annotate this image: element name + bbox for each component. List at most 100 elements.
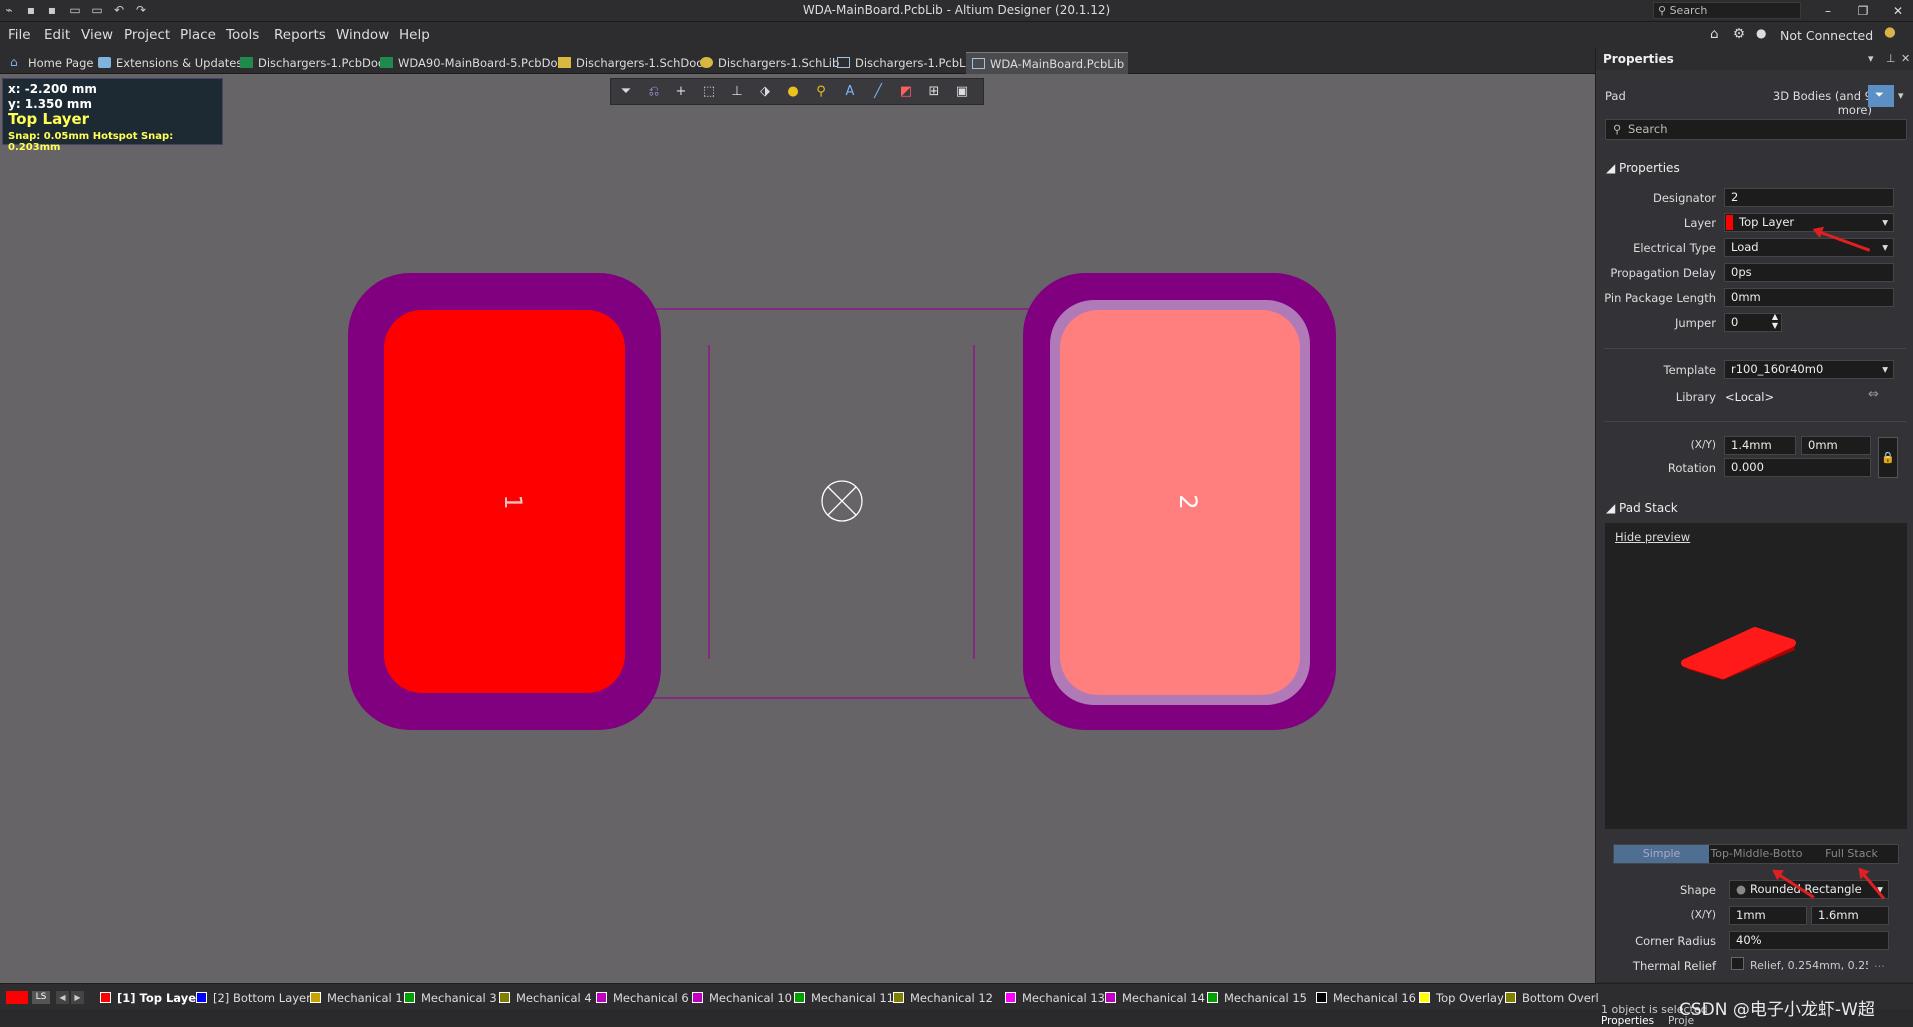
- size-x-input[interactable]: 1mm: [1729, 906, 1807, 925]
- route-icon[interactable]: ⎌: [646, 84, 662, 100]
- layer-tab[interactable]: Mechanical 15: [1207, 991, 1307, 1005]
- menu-help[interactable]: Help: [399, 27, 430, 43]
- current-layer-swatch[interactable]: [6, 991, 28, 1004]
- via-icon[interactable]: ⚲: [813, 84, 829, 100]
- tab-simple[interactable]: Simple: [1614, 845, 1709, 863]
- menu-place[interactable]: Place: [180, 27, 216, 43]
- home-icon[interactable]: ⌂: [1710, 26, 1719, 42]
- tab-dischargers-schdoc[interactable]: Dischargers-1.SchDoc: [552, 52, 707, 74]
- tab-top-middle-bottom[interactable]: Top-Middle-Botto: [1709, 845, 1804, 863]
- layer-tab[interactable]: Mechanical 3: [404, 991, 497, 1005]
- y-coordinate: y: 1.350 mm: [8, 97, 92, 111]
- layer-tab[interactable]: [2] Bottom Layer: [196, 991, 311, 1005]
- rotation-input[interactable]: 0.000: [1724, 458, 1871, 477]
- layer-color-swatch: [196, 992, 207, 1003]
- properties-section-header[interactable]: ◢ Properties: [1606, 161, 1680, 175]
- more-icon[interactable]: …: [1874, 957, 1885, 970]
- current-layer-label: Top Layer: [8, 110, 90, 128]
- pin-package-length-input[interactable]: 0mm: [1724, 288, 1894, 307]
- layer-tab[interactable]: Mechanical 12: [893, 991, 993, 1005]
- window-title: WDA-MainBoard.PcbLib - Altium Designer (…: [802, 3, 1111, 17]
- filter-button[interactable]: ⏷: [1868, 85, 1894, 107]
- pad-icon[interactable]: ●: [785, 84, 801, 100]
- tab-dischargers-pcblib[interactable]: Dischargers-1.PcbLib: [831, 52, 980, 74]
- menu-project[interactable]: Project: [124, 27, 170, 43]
- minimize-button[interactable]: –: [1818, 2, 1838, 20]
- component-icon[interactable]: ⬗: [757, 84, 773, 100]
- layer-tab[interactable]: Mechanical 10: [692, 991, 792, 1005]
- user-icon[interactable]: ●: [1756, 26, 1766, 40]
- layer-color-swatch: [893, 992, 904, 1003]
- tab-extensions[interactable]: Extensions & Updates: [92, 52, 246, 74]
- pad-stack-section-header[interactable]: ◢ Pad Stack: [1606, 501, 1678, 515]
- menu-file[interactable]: File: [8, 27, 31, 43]
- pcb-doc-icon: [240, 57, 253, 68]
- menu-view[interactable]: View: [81, 27, 113, 43]
- restore-button[interactable]: ❐: [1853, 2, 1873, 20]
- size-y-input[interactable]: 1.6mm: [1811, 906, 1889, 925]
- layer-tab[interactable]: Mechanical 4: [499, 991, 592, 1005]
- tab-home-page[interactable]: ⌂ Home Page: [4, 52, 97, 74]
- document-tabs: ⌂ Home Page Extensions & Updates Discharg…: [0, 48, 1595, 74]
- account-avatar-icon[interactable]: ●: [1884, 24, 1896, 40]
- menu-reports[interactable]: Reports: [274, 27, 326, 43]
- menu-tools[interactable]: Tools: [226, 27, 259, 43]
- template-dropdown[interactable]: r100_160r40m0: [1724, 360, 1894, 379]
- corner-radius-input[interactable]: 40%: [1729, 931, 1889, 950]
- connection-status[interactable]: Not Connected: [1780, 28, 1873, 43]
- select-rectangle-icon[interactable]: ⬚: [701, 84, 717, 100]
- tab-dischargers-schlib[interactable]: Dischargers-1.SchLib: [694, 52, 843, 74]
- lock-icon[interactable]: 🔒: [1878, 437, 1898, 478]
- propagation-delay-input[interactable]: 0ps: [1724, 263, 1894, 282]
- layer-tab[interactable]: Mechanical 1: [310, 991, 403, 1005]
- designator-input[interactable]: 2: [1724, 188, 1894, 207]
- layer-tab[interactable]: [1] Top Layer: [100, 991, 202, 1005]
- menu-edit[interactable]: Edit: [44, 27, 70, 43]
- layer-color-swatch: [692, 992, 703, 1003]
- layer-tab[interactable]: Mechanical 16: [1316, 991, 1416, 1005]
- layer-tab[interactable]: Bottom Overl: [1505, 991, 1599, 1005]
- pcb-canvas[interactable]: 1 2 x: -2.200 mm y: 1.350 mm Top Layer S…: [0, 74, 1595, 983]
- dimension-icon[interactable]: ⊞: [926, 84, 942, 100]
- scroll-left-icon[interactable]: ◀: [56, 991, 69, 1004]
- jumper-spinner[interactable]: 0 ▲ ▼: [1724, 313, 1782, 332]
- shape-icon: ●: [1736, 882, 1747, 896]
- layer-set-button[interactable]: LS: [32, 991, 50, 1004]
- keepout-icon[interactable]: ▣: [954, 84, 970, 100]
- position-x-input[interactable]: 1.4mm: [1724, 436, 1796, 455]
- menu-window[interactable]: Window: [336, 27, 389, 43]
- tab-wda90-pcbdoc[interactable]: WDA90-MainBoard-5.PcbDoc: [374, 52, 568, 74]
- align-icon[interactable]: ⊥: [729, 84, 745, 100]
- close-button[interactable]: ✕: [1888, 2, 1908, 20]
- text-icon[interactable]: A: [842, 84, 858, 100]
- gear-icon[interactable]: ⚙: [1733, 26, 1745, 42]
- tab-dischargers-pcbdoc[interactable]: Dischargers-1.PcbDoc: [234, 52, 388, 74]
- filter-dropdown-icon[interactable]: ▾: [1898, 89, 1904, 102]
- region-icon[interactable]: ◩: [898, 84, 914, 100]
- pin-icon[interactable]: ⊥: [1886, 52, 1896, 65]
- link-icon[interactable]: ⇔: [1868, 387, 1879, 402]
- properties-search-input[interactable]: ⚲ Search: [1605, 119, 1907, 140]
- crosshair-icon[interactable]: +: [673, 84, 689, 100]
- layer-tab[interactable]: Mechanical 13: [1005, 991, 1105, 1005]
- size-label: (X/Y): [1690, 909, 1716, 921]
- global-search-input[interactable]: ⚲ Search: [1653, 2, 1801, 19]
- tab-full-stack[interactable]: Full Stack: [1804, 845, 1899, 863]
- layer-dropdown[interactable]: Top Layer: [1724, 213, 1894, 232]
- thermal-relief-checkbox[interactable]: [1731, 957, 1744, 970]
- layer-tab[interactable]: Mechanical 11: [794, 991, 894, 1005]
- position-y-input[interactable]: 0mm: [1801, 436, 1871, 455]
- filter-icon[interactable]: ⏷: [618, 84, 634, 100]
- layer-tab[interactable]: Top Overlay: [1419, 991, 1504, 1005]
- panel-close-icon[interactable]: ✕: [1901, 52, 1910, 65]
- line-icon[interactable]: ╱: [870, 84, 886, 100]
- layer-tab[interactable]: Mechanical 6: [596, 991, 689, 1005]
- tab-wda-mainboard-pcblib[interactable]: WDA-MainBoard.PcbLib: [966, 52, 1129, 74]
- panel-tab-properties[interactable]: Properties: [1601, 1015, 1654, 1027]
- layer-tab[interactable]: Mechanical 14: [1105, 991, 1205, 1005]
- spinner-arrows-icon[interactable]: ▲ ▼: [1772, 314, 1778, 330]
- panel-menu-icon[interactable]: ▾: [1868, 52, 1874, 65]
- sch-lib-icon: [700, 57, 713, 68]
- scroll-right-icon[interactable]: ▶: [71, 991, 84, 1004]
- filter-summary[interactable]: 3D Bodies (and 9 more): [1736, 89, 1872, 117]
